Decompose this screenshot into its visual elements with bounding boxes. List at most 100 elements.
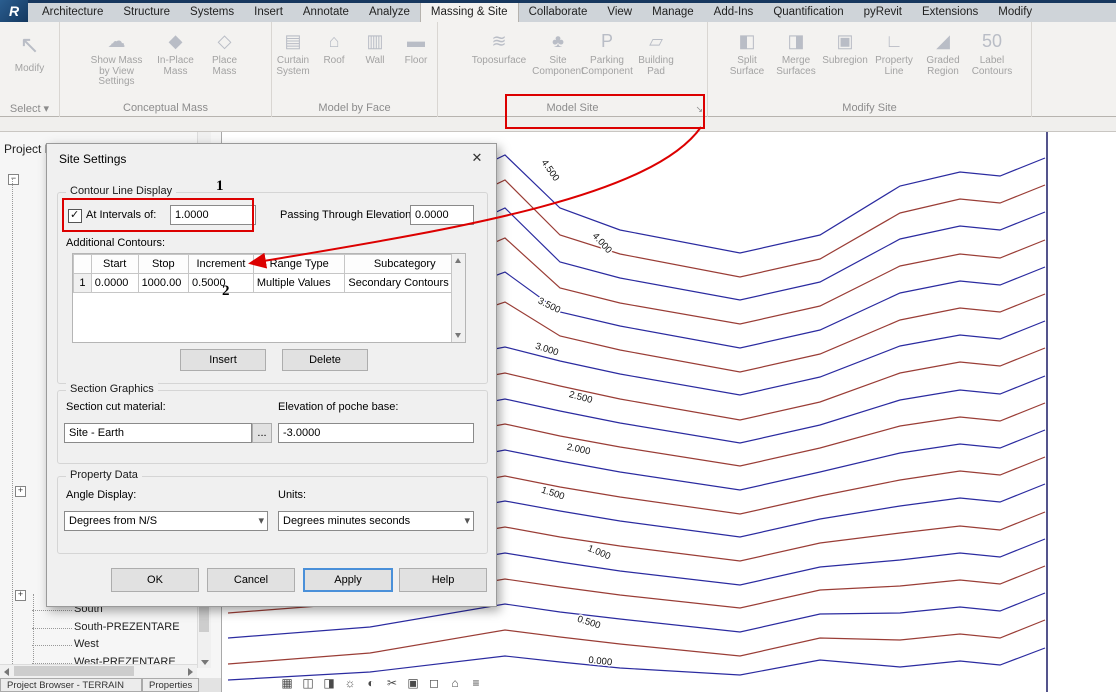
tab-collaborate[interactable]: Collaborate <box>519 3 598 22</box>
model-site-dialog-launcher-icon[interactable]: ↘ <box>695 104 703 115</box>
ribbon-button-label: Wall <box>365 55 385 66</box>
property-line-button[interactable]: ∟ Property Line <box>870 24 918 77</box>
table-scrollbar[interactable] <box>451 254 465 342</box>
tab-architecture[interactable]: Architecture <box>32 3 113 22</box>
panel-label: Select ▾ <box>9 102 50 115</box>
analysis-display-icon[interactable]: ≡ <box>469 676 483 690</box>
show-mass-by-view-settings-button[interactable]: ☁ Show Mass by View Settings <box>83 24 151 88</box>
angle-display-select[interactable]: Degrees from N/S <box>64 511 268 531</box>
scroll-right-arrow[interactable] <box>188 668 193 676</box>
revit-logo-icon: R <box>0 0 28 22</box>
tab-view[interactable]: View <box>597 3 642 22</box>
curtain-system-button[interactable]: ▤ Curtain System <box>273 24 313 77</box>
crop-view-icon[interactable]: ✂ <box>385 676 399 690</box>
temporary-hide-icon[interactable]: ◻ <box>427 676 441 690</box>
table-cell[interactable]: 0.5000 <box>188 273 254 293</box>
parking-component-button[interactable]: P Parking Component <box>581 24 633 77</box>
poche-base-input[interactable]: -3.0000 <box>278 423 474 443</box>
merge-surfaces-button[interactable]: ◨ Merge Surfaces <box>772 24 820 77</box>
split-surface-button[interactable]: ◧ Split Surface <box>723 24 771 77</box>
section-cut-material-label: Section cut material: <box>66 401 166 413</box>
roof-button[interactable]: ⌂ Roof <box>314 24 354 67</box>
ribbon-button-label: Label Contours <box>971 55 1013 77</box>
tab-properties[interactable]: Properties <box>142 678 200 692</box>
contour-elevation-label: 0.000 <box>588 655 613 668</box>
site-component-icon: ♣ <box>552 30 564 51</box>
delete-button[interactable]: Delete <box>282 349 368 371</box>
options-bar <box>0 117 1116 132</box>
tab-systems[interactable]: Systems <box>180 3 244 22</box>
table-cell[interactable]: Multiple Values <box>252 273 346 293</box>
scrollbar-thumb[interactable] <box>14 666 134 676</box>
tab-insert[interactable]: Insert <box>244 3 293 22</box>
scroll-down-arrow[interactable] <box>455 333 461 338</box>
tab-add-ins[interactable]: Add-Ins <box>704 3 764 22</box>
scroll-down-arrow[interactable] <box>201 660 209 665</box>
in-place-mass-button[interactable]: ◆ In-Place Mass <box>152 24 200 77</box>
wall-button[interactable]: ▥ Wall <box>355 24 395 67</box>
browser-item-south-prezentare[interactable]: South-PREZENTARE <box>32 621 180 633</box>
help-button[interactable]: Help <box>399 568 487 592</box>
tab-structure[interactable]: Structure <box>113 3 180 22</box>
at-intervals-input[interactable]: 1.0000 <box>170 205 256 225</box>
section-cut-material-input[interactable]: Site - Earth <box>64 423 252 443</box>
ribbon-tabs: Architecture Structure Systems Insert Annota… <box>0 0 1116 22</box>
shadows-icon[interactable]: ◐ <box>364 676 378 690</box>
toposurface-button[interactable]: ≋ Toposurface <box>465 24 533 67</box>
wall-icon: ▥ <box>366 30 384 51</box>
label-contours-button[interactable]: 50 Label Contours <box>968 24 1016 77</box>
place-mass-button[interactable]: ◇ Place Mass <box>201 24 249 77</box>
show-crop-icon[interactable]: ▣ <box>406 676 420 690</box>
tree-expand-icon[interactable]: + <box>15 590 26 601</box>
tab-quantification[interactable]: Quantification <box>763 3 853 22</box>
reveal-hidden-icon[interactable]: ⌂ <box>448 676 462 690</box>
subregion-button[interactable]: ▣ Subregion <box>821 24 869 67</box>
ok-button[interactable]: OK <box>111 568 199 592</box>
tab-project-browser[interactable]: Project Browser - TERRAIN <box>0 678 142 692</box>
panel-model-by-face: ▤ Curtain System ⌂ Roof ▥ Wall ▬ Floor Model by … <box>272 22 438 117</box>
at-intervals-checkbox[interactable] <box>68 208 82 223</box>
table-cell[interactable]: Secondary Contours <box>344 273 465 293</box>
table-cell[interactable]: 0.0000 <box>90 273 139 293</box>
graded-region-button[interactable]: ◢ Graded Region <box>919 24 967 77</box>
scale-icon[interactable]: ▦ <box>280 676 294 690</box>
tab-pyrevit[interactable]: pyRevit <box>854 3 912 22</box>
cancel-button[interactable]: Cancel <box>207 568 295 592</box>
scroll-up-arrow[interactable] <box>455 258 461 263</box>
apply-button[interactable]: Apply <box>303 568 393 592</box>
browser-item-west[interactable]: West <box>32 638 99 650</box>
ribbon-button-label: Curtain System <box>276 55 310 77</box>
tab-annotate[interactable]: Annotate <box>293 3 359 22</box>
detail-level-icon[interactable]: ◫ <box>301 676 315 690</box>
at-intervals-label: At Intervals of: <box>86 209 157 221</box>
building-pad-icon: ▱ <box>649 30 663 51</box>
tab-manage[interactable]: Manage <box>642 3 704 22</box>
tab-modify[interactable]: Modify <box>988 3 1042 22</box>
panel-select-: ↖ Modify Select ▾ <box>0 22 60 117</box>
site-component-button[interactable]: ♣ Site Component <box>532 24 584 77</box>
panel-label: Modify Site <box>842 102 897 114</box>
table-cell[interactable]: 1000.00 <box>137 273 190 293</box>
scroll-left-arrow[interactable] <box>4 668 9 676</box>
passing-elevation-input[interactable]: 0.0000 <box>410 205 474 225</box>
additional-contours-table: Start Stop Increment Range Type Subcategory 1… <box>72 253 466 343</box>
insert-button[interactable]: Insert <box>180 349 266 371</box>
panel-model-site: ≋ Toposurface ♣ Site Component P Parking Comp… <box>438 22 708 117</box>
tree-expand-icon[interactable]: + <box>15 486 26 497</box>
tree-collapse-icon[interactable]: − <box>8 174 19 185</box>
close-icon[interactable]: ✕ <box>466 149 488 167</box>
visual-style-icon[interactable]: ◨ <box>322 676 336 690</box>
units-select[interactable]: Degrees minutes seconds <box>278 511 474 531</box>
modify-button[interactable]: ↖ Modify <box>3 24 57 75</box>
browse-material-button[interactable]: ... <box>252 423 272 443</box>
units-label: Units: <box>278 489 307 501</box>
building-pad-button[interactable]: ▱ Building Pad <box>632 24 680 77</box>
sun-path-icon[interactable]: ☼ <box>343 676 357 690</box>
column-header: Subcategory <box>344 254 465 274</box>
browser-horizontal-scrollbar[interactable] <box>0 664 197 678</box>
tab-massing-site[interactable]: Massing & Site <box>419 2 519 22</box>
ribbon-button-label: Show Mass by View Settings <box>90 55 143 87</box>
floor-button[interactable]: ▬ Floor <box>396 24 436 67</box>
tab-extensions[interactable]: Extensions <box>912 3 988 22</box>
tab-analyze[interactable]: Analyze <box>359 3 420 22</box>
